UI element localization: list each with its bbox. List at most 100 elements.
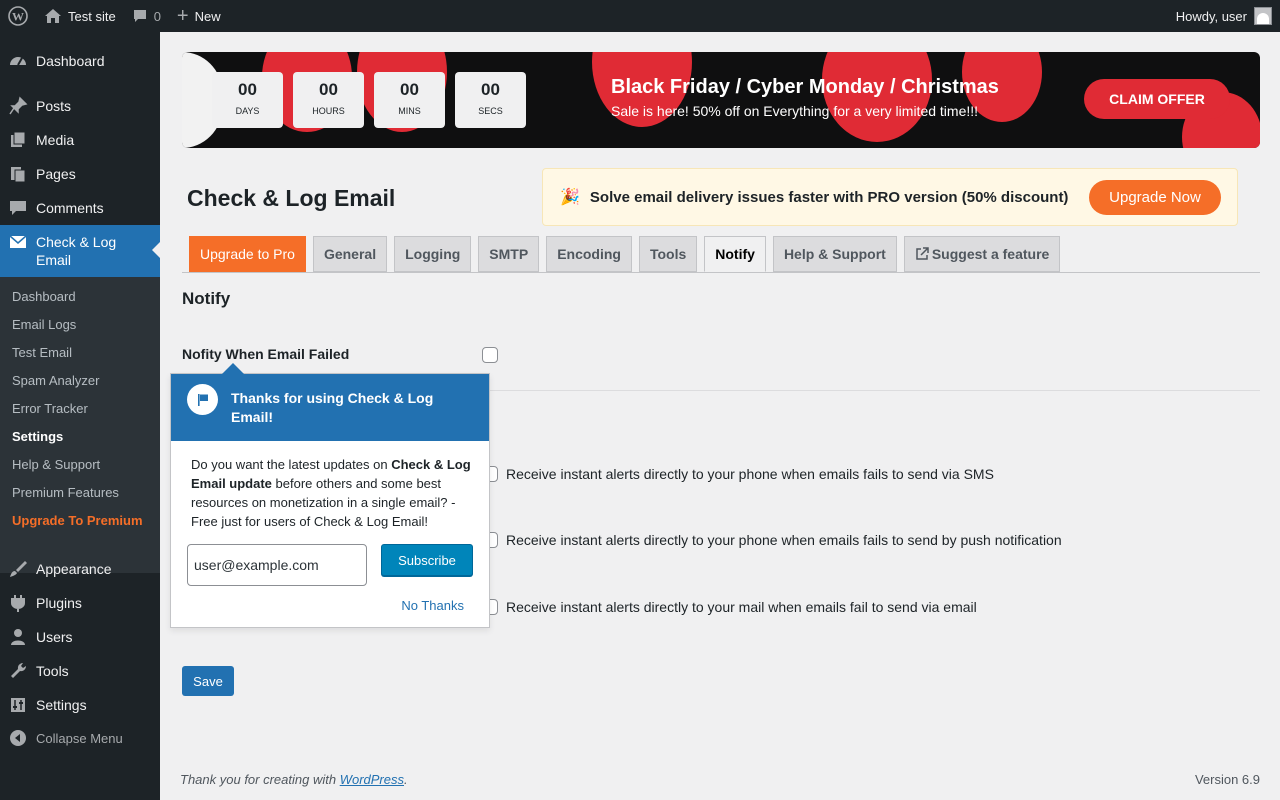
submenu-email-logs[interactable]: Email Logs <box>12 317 76 332</box>
no-thanks-link[interactable]: No Thanks <box>401 598 464 613</box>
submenu-test-email[interactable]: Test Email <box>12 345 72 360</box>
subscribe-pointer-popup: Thanks for using Check & Log Email! Do y… <box>170 363 490 628</box>
countdown-value: 00 <box>481 80 500 99</box>
my-account[interactable]: Howdy, user <box>1176 0 1272 32</box>
menu-label: Comments <box>36 200 104 216</box>
menu-label: Posts <box>36 98 72 114</box>
wordpress-logo-icon[interactable]: W <box>0 0 36 32</box>
menu-label: Media <box>36 132 75 148</box>
admin-sidebar: Dashboard Posts Media Pages Comments Che… <box>0 32 160 800</box>
footer-thanks-text: Thank you for creating with <box>180 772 340 787</box>
tab-upgrade-to-pro[interactable]: Upgrade to Pro <box>189 236 306 272</box>
submenu-dashboard[interactable]: Dashboard <box>12 289 76 304</box>
site-name-link[interactable]: Test site <box>36 0 124 32</box>
menu-label: Users <box>36 629 73 645</box>
settings-tabs: Upgrade to Pro General Logging SMTP Enco… <box>189 236 1061 272</box>
menu-posts[interactable]: Posts <box>0 89 160 123</box>
claim-offer-button[interactable]: CLAIM OFFER <box>1084 79 1230 119</box>
menu-media[interactable]: Media <box>0 123 160 157</box>
menu-tools[interactable]: Tools <box>0 654 160 688</box>
tab-logging[interactable]: Logging <box>394 236 472 272</box>
banner-title: Black Friday / Cyber Monday / Christmas <box>611 76 999 98</box>
email-icon <box>0 225 36 250</box>
wordpress-link[interactable]: WordPress <box>340 772 404 787</box>
submenu-settings[interactable]: Settings <box>12 429 63 444</box>
svg-text:W: W <box>12 10 24 24</box>
tab-tools[interactable]: Tools <box>638 236 698 272</box>
menu-pages[interactable]: Pages <box>0 157 160 191</box>
section-title: Notify <box>182 289 231 308</box>
pages-icon <box>0 164 36 184</box>
footer-thanks: Thank you for creating with WordPress. <box>180 772 408 787</box>
submenu-upgrade-premium[interactable]: Upgrade To Premium <box>12 513 143 528</box>
submenu-spam-analyzer[interactable]: Spam Analyzer <box>12 373 99 388</box>
new-label: New <box>194 8 221 24</box>
home-icon <box>44 8 62 24</box>
save-button[interactable]: Save <box>182 666 234 696</box>
external-link-icon <box>915 247 929 261</box>
submenu-error-tracker[interactable]: Error Tracker <box>12 401 88 416</box>
current-menu-arrow <box>152 242 160 258</box>
menu-users[interactable]: Users <box>0 620 160 654</box>
submenu-check-log-email: Dashboard Email Logs Test Email Spam Ana… <box>0 277 160 573</box>
upgrade-now-button[interactable]: Upgrade Now <box>1089 180 1221 215</box>
new-content-link[interactable]: + New <box>169 0 229 32</box>
menu-check-log-email[interactable]: Check & Log Email <box>0 225 160 277</box>
pro-notice-text: Solve email delivery issues faster with … <box>589 188 1069 206</box>
menu-label: Settings <box>36 697 87 713</box>
countdown-value: 00 <box>400 80 419 99</box>
footer-version: Version 6.9 <box>1194 772 1260 787</box>
subscribe-button[interactable]: Subscribe <box>381 544 473 576</box>
countdown-label: DAYS <box>235 106 260 116</box>
countdown-hours: 00 HOURS <box>293 72 364 128</box>
menu-label: Plugins <box>36 595 82 611</box>
pro-notice: 🎉 Solve email delivery issues faster wit… <box>542 168 1238 226</box>
menu-appearance[interactable]: Appearance <box>0 552 160 586</box>
tab-general[interactable]: General <box>312 236 388 272</box>
tab-smtp[interactable]: SMTP <box>478 236 540 272</box>
tab-label: Suggest a feature <box>931 246 1050 262</box>
menu-label: Pages <box>36 166 76 182</box>
subscribe-email-input[interactable] <box>187 544 367 586</box>
countdown-value: 00 <box>319 80 338 99</box>
sms-alert-label: Receive instant alerts directly to your … <box>506 466 994 482</box>
menu-plugins[interactable]: Plugins <box>0 586 160 620</box>
site-name: Test site <box>68 8 116 24</box>
notify-failed-checkbox[interactable] <box>482 347 498 363</box>
collapse-menu-button[interactable]: Collapse Menu <box>0 721 160 755</box>
menu-settings[interactable]: Settings <box>0 688 160 722</box>
submenu-help-support[interactable]: Help & Support <box>12 457 100 472</box>
admin-bar: W Test site 0 + New Howdy, user <box>0 0 1280 32</box>
menu-label: Dashboard <box>36 53 105 69</box>
notify-failed-label: Nofity When Email Failed <box>182 346 350 362</box>
menu-dashboard[interactable]: Dashboard <box>0 44 160 78</box>
countdown-label: SECS <box>478 106 503 116</box>
comment-bubble-icon <box>132 8 148 24</box>
countdown-days: 00 DAYS <box>212 72 283 128</box>
countdown-value: 00 <box>238 80 257 99</box>
user-icon <box>0 627 36 647</box>
comments-count: 0 <box>153 8 161 24</box>
email-alert-label: Receive instant alerts directly to your … <box>506 599 977 615</box>
tab-encoding[interactable]: Encoding <box>546 236 632 272</box>
tab-suggest-feature[interactable]: Suggest a feature <box>903 236 1061 272</box>
tab-help-support[interactable]: Help & Support <box>772 236 897 272</box>
collapse-arrow-icon <box>10 730 26 746</box>
settings-icon <box>0 695 36 715</box>
countdown-secs: 00 SECS <box>455 72 526 128</box>
submenu-premium-features[interactable]: Premium Features <box>12 485 119 500</box>
collapse-label: Collapse Menu <box>36 730 123 746</box>
menu-label: Appearance <box>36 561 112 577</box>
menu-label: Tools <box>36 663 69 679</box>
plus-icon: + <box>176 5 189 27</box>
menu-comments[interactable]: Comments <box>0 191 160 225</box>
footer-period: . <box>404 772 408 787</box>
countdown-label: HOURS <box>312 106 345 116</box>
promo-banner: 00 DAYS 00 HOURS 00 MINS 00 SECS Black F… <box>182 52 1260 148</box>
pointer-body-text: Do you want the latest updates on <box>191 457 392 472</box>
comments-link[interactable]: 0 <box>124 0 169 32</box>
pointer-title: Thanks for using Check & Log Email! <box>231 390 434 425</box>
comment-icon <box>0 198 36 218</box>
tab-notify[interactable]: Notify <box>704 236 766 272</box>
plugin-icon <box>0 593 36 613</box>
